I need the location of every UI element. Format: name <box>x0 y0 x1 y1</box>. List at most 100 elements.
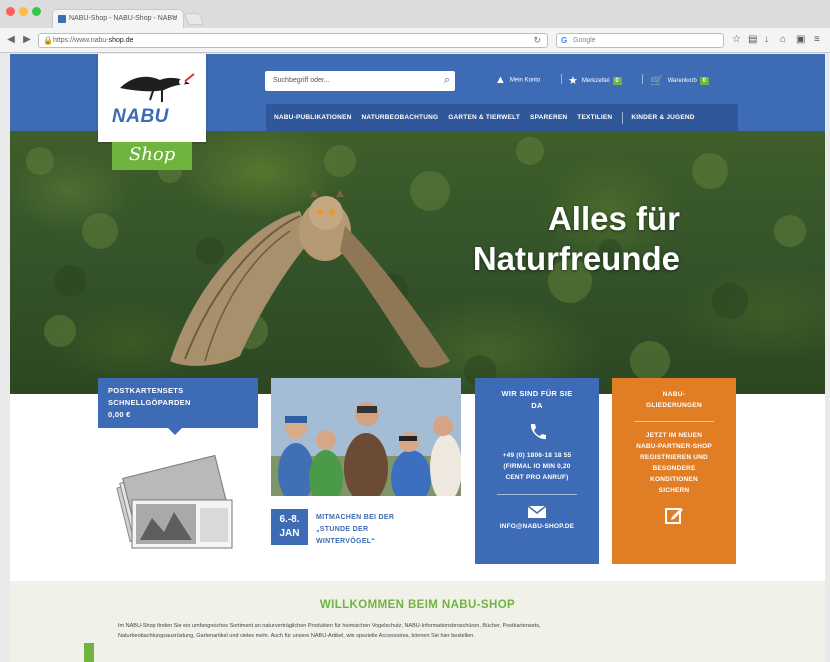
url-domain: shop.de <box>108 37 134 44</box>
star-icon: ★ <box>568 75 578 87</box>
event-line3: WINTERVÖGEL“ <box>316 538 376 545</box>
wishlist-link[interactable]: ★ Merkzettel 0 <box>568 74 622 87</box>
welcome-text: Im NABU-Shop finden Sie ein umfangreiche… <box>118 621 718 641</box>
google-icon: G <box>561 36 568 45</box>
reload-icon[interactable]: ↻ <box>533 35 541 46</box>
partner-body-line4: BESONDERE <box>652 465 696 472</box>
partner-body-line5: KONDITIONEN <box>650 476 698 483</box>
header-divider <box>561 74 562 84</box>
download-icon[interactable]: ↓ <box>764 35 769 45</box>
welcome-section: WILLKOMMEN BEIM NABU-SHOP Im NABU-Shop f… <box>10 581 825 662</box>
nav-item-spareren[interactable]: SPAREREN <box>530 114 567 121</box>
reading-list-icon[interactable]: ▤ <box>748 35 757 45</box>
partner-title-line2: GLIEDERUNGEN <box>646 402 702 409</box>
hero-headline: Alles für Naturfreunde <box>410 199 680 279</box>
back-icon[interactable]: ◀ <box>4 33 18 47</box>
cart-label: Warenkorb <box>667 78 697 85</box>
stork-logo-icon <box>120 73 195 102</box>
contact-title-line1: WIR SIND FÜR SIE <box>501 389 573 398</box>
contact-phone-line3: CENT PRO ANRUF) <box>505 474 569 481</box>
hero-banner[interactable]: Alles für Naturfreunde <box>10 131 825 394</box>
contact-divider <box>497 494 577 495</box>
contact-phone[interactable]: +49 (0) 1806-18 18 55 (FIRMAL IO MIN 0,2… <box>475 450 599 483</box>
nav-item-publikationen[interactable]: NABU-PUBLIKATIONEN <box>274 114 352 121</box>
postcards-line2: SCHNELLGÖPARDEN <box>108 398 191 407</box>
browser-toolbar: ◀ ▶ 🔒 https://www.nabu-shop.de ↻ G Googl… <box>0 28 830 53</box>
event-link[interactable]: MITMACHEN BEI DER „STUNDE DER WINTERVÖGE… <box>316 512 456 548</box>
partner-body-line1: JETZT IM NEUEN <box>645 432 703 439</box>
nabu-logo[interactable]: NABU <box>98 54 206 142</box>
partner-body-line3: REGISTRIEREN UND <box>640 454 708 461</box>
main-navigation: NABU-PUBLIKATIONEN NATURBEOBACHTUNG GART… <box>266 104 738 131</box>
nabu-wordmark: NABU <box>112 106 169 127</box>
contact-title-line2: DA <box>531 401 543 410</box>
hero-headline-line1: Alles für <box>547 200 680 237</box>
nav-item-textilien[interactable]: TEXTILIEN <box>577 114 612 121</box>
nav-item-garten-tierwelt[interactable]: GARTEN & TIERWELT <box>448 114 520 121</box>
account-label: Mein Konto <box>509 77 541 84</box>
close-tab-icon[interactable]: × <box>172 13 177 22</box>
postcards-promo-label[interactable]: POSTKARTENSETS SCHNELLGÖPARDEN 0,00 € <box>98 378 258 435</box>
lock-icon: 🔒 <box>43 36 53 45</box>
partner-body-line2: NABU-PARTNER-SHOP <box>636 443 712 450</box>
welcome-text-line2: Naturbeobachtungsausrüstung, Gartenartik… <box>118 633 475 639</box>
partner-body: JETZT IM NEUEN NABU-PARTNER-SHOP REGISTR… <box>612 430 736 496</box>
nav-item-kinder-jugend[interactable]: KINDER & JUGEND <box>631 114 694 121</box>
contact-phone-line2: (FIRMAL IO MIN 0,20 <box>503 463 571 470</box>
birdwatching-photo[interactable] <box>271 378 461 496</box>
contact-phone-line1: +49 (0) 1806-18 18 55 <box>502 452 572 459</box>
browser-tab-title: NABU-Shop - NABU-Shop - NABU <box>69 15 178 22</box>
browser-window: NABU-Shop - NABU-Shop - NABU × ◀ ▶ 🔒 htt… <box>0 0 830 662</box>
chat-icon[interactable]: ▣ <box>796 35 805 45</box>
partner-shop-tile[interactable]: NABU- GLIEDERUNGEN JETZT IM NEUEN NABU-P… <box>612 378 736 564</box>
nav-item-naturbeobachtung[interactable]: NATURBEOBACHTUNG <box>362 114 439 121</box>
forward-icon[interactable]: ▶ <box>20 33 34 47</box>
home-icon[interactable]: ⌂ <box>780 35 786 45</box>
welcome-title: WILLKOMMEN BEIM NABU-SHOP <box>319 599 516 611</box>
wishlist-count-badge: 0 <box>612 76 622 85</box>
event-date-days: 6.-8. <box>279 514 300 525</box>
address-bar[interactable]: 🔒 https://www.nabu-shop.de ↻ <box>38 33 548 48</box>
zoom-window-button[interactable] <box>32 7 41 16</box>
postcards-price: 0,00 € <box>108 410 131 419</box>
edit-icon <box>665 508 683 524</box>
url-prefix: https://www.nabu- <box>53 37 109 44</box>
browser-search-field[interactable]: G Google <box>556 33 724 48</box>
browser-tab[interactable]: NABU-Shop - NABU-Shop - NABU × <box>52 9 184 28</box>
contact-tile: WIR SIND FÜR SIE DA +49 (0) 1806-18 18 5… <box>475 378 599 564</box>
cart-count-badge: 0 <box>699 76 709 85</box>
feedback-tab[interactable] <box>84 643 94 662</box>
web-page: Suchbegriff oder... ⌕ ▲ Mein Konto ★ Merkz… <box>10 54 825 662</box>
contact-email[interactable]: INFO@NABU-SHOP.DE <box>475 523 599 530</box>
event-line2: „STUNDE DER <box>316 526 369 533</box>
phone-icon <box>530 424 546 440</box>
tab-strip: NABU-Shop - NABU-Shop - NABU × <box>0 0 830 28</box>
event-line1: MITMACHEN BEI DER <box>316 514 395 521</box>
cart-icon: 🛒 <box>650 75 664 87</box>
postcards-line1: POSTKARTENSETS <box>108 386 184 395</box>
cart-link[interactable]: 🛒 Warenkorb 0 <box>650 74 709 87</box>
nav-divider <box>622 111 624 124</box>
header-divider <box>642 74 643 84</box>
menu-icon[interactable]: ≡ <box>814 35 820 45</box>
browser-search-placeholder: Google <box>573 37 596 44</box>
postcards-image[interactable] <box>112 452 242 552</box>
minimize-window-button[interactable] <box>19 7 28 16</box>
close-window-button[interactable] <box>6 7 15 16</box>
partner-title-line1: NABU- <box>662 391 686 398</box>
partner-body-line6: SICHERN <box>658 487 690 494</box>
hero-headline-line2: Naturfreunde <box>472 240 680 277</box>
person-icon: ▲ <box>495 74 506 86</box>
site-search-input[interactable]: Suchbegriff oder... ⌕ <box>265 71 455 91</box>
favicon-icon <box>58 15 66 23</box>
search-icon[interactable]: ⌕ <box>444 74 450 87</box>
wishlist-label: Merkzettel <box>581 78 610 85</box>
mail-icon <box>527 505 547 518</box>
account-link[interactable]: ▲ Mein Konto <box>495 74 540 86</box>
partner-divider <box>634 421 714 422</box>
shop-label[interactable]: Shop <box>112 142 192 170</box>
new-tab-button[interactable] <box>183 13 205 25</box>
bookmark-star-icon[interactable]: ☆ <box>732 35 741 45</box>
site-search-placeholder: Suchbegriff oder... <box>273 77 330 84</box>
welcome-text-line1: Im NABU-Shop finden Sie ein umfangreiche… <box>118 623 541 629</box>
